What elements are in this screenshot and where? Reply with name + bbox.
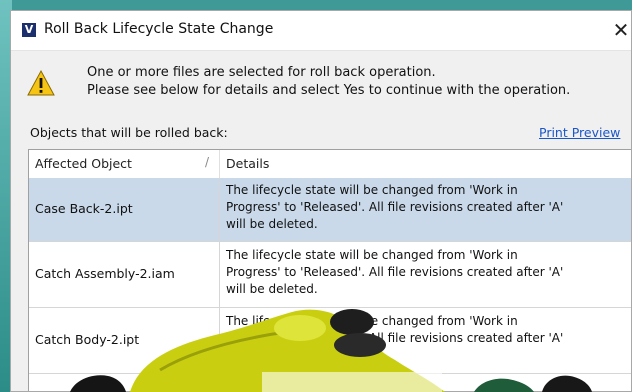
column-header-details[interactable]: Details	[226, 156, 269, 171]
message-line-1: One or more files are selected for roll …	[87, 65, 436, 80]
warning-icon	[27, 69, 55, 96]
column-divider[interactable]	[219, 150, 220, 178]
row-object: Catch Body-2.ipt	[35, 332, 140, 347]
details-line: will be deleted.	[226, 217, 318, 231]
row-details: The lifecycle state will be changed from…	[226, 313, 626, 347]
details-line: The lifecycle state will be changed from…	[226, 183, 518, 197]
message-line-2: Please see below for details and select …	[87, 83, 571, 98]
details-line: Progress' to 'Released'. All file revisi…	[226, 265, 564, 279]
details-line: The lifecycle state will be changed from…	[226, 248, 518, 262]
table-row[interactable]	[29, 374, 631, 391]
title-bar: V Roll Back Lifecycle State Change ✕	[11, 11, 631, 51]
cell-divider	[219, 308, 220, 373]
row-object: Case Back-2.ipt	[35, 201, 133, 216]
row-details: The lifecycle state will be changed from…	[226, 247, 626, 298]
details-line: Progress' to 'Released'. All file revisi…	[226, 200, 564, 214]
cell-divider	[219, 242, 220, 307]
cell-divider	[219, 374, 220, 391]
sort-indicator-icon: /	[205, 155, 210, 169]
column-header-affected-object[interactable]: Affected Object	[35, 156, 132, 171]
window-title: Roll Back Lifecycle State Change	[44, 21, 274, 37]
row-object: Catch Assembly-2.iam	[35, 266, 175, 281]
objects-label: Objects that will be rolled back:	[30, 125, 228, 140]
table-row[interactable]: Catch Body-2.ipt The lifecycle state wil…	[29, 308, 631, 374]
table-row[interactable]: Case Back-2.ipt The lifecycle state will…	[29, 178, 631, 242]
rollback-dialog: V Roll Back Lifecycle State Change ✕ One…	[10, 10, 632, 392]
details-line: will be deleted.	[226, 282, 318, 296]
print-preview-link[interactable]: Print Preview	[539, 125, 620, 140]
app-logo-icon: V	[22, 23, 36, 37]
details-line: Progress' to 'Released'. All file revisi…	[226, 331, 564, 345]
row-details: The lifecycle state will be changed from…	[226, 182, 626, 233]
table-row[interactable]: Catch Assembly-2.iam The lifecycle state…	[29, 242, 631, 308]
details-line: The lifecycle state will be changed from…	[226, 314, 518, 328]
cell-divider	[219, 178, 220, 241]
close-icon[interactable]: ✕	[611, 17, 631, 43]
message-text: One or more files are selected for roll …	[87, 64, 570, 100]
table-header: Affected Object / Details	[29, 150, 631, 179]
affected-objects-table[interactable]: Affected Object / Details Case Back-2.ip…	[28, 149, 631, 391]
